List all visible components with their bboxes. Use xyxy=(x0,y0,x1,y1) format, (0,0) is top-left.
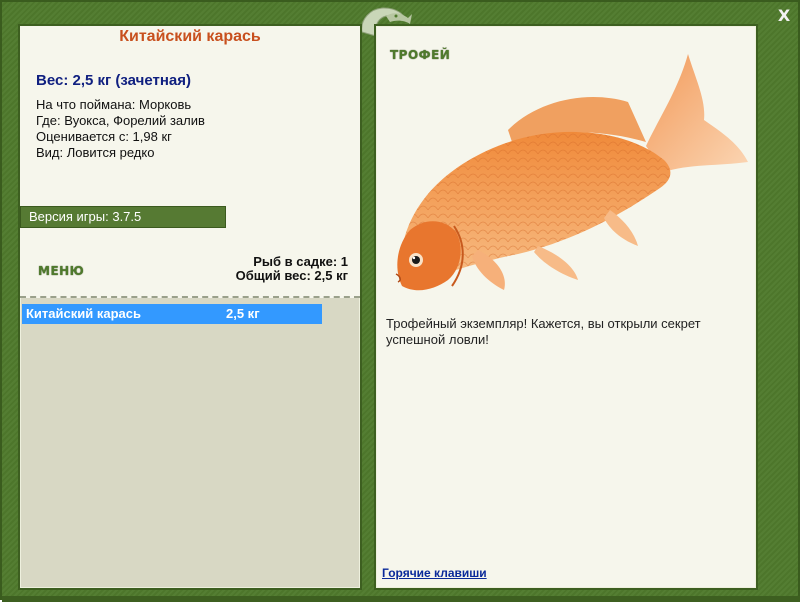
fish-weight: Вес: 2,5 кг (зачетная) xyxy=(36,72,191,89)
fish-name-title: Китайский карась xyxy=(119,28,261,45)
close-button[interactable]: X xyxy=(774,6,794,26)
location-info: Где: Вуокса, Форелий залив xyxy=(36,113,205,128)
menu-button[interactable]: МЕНЮ xyxy=(38,264,84,278)
game-window: X Китайский карась Вес: 2,5 кг (зачетная… xyxy=(0,0,800,602)
keepnet-total-weight: Общий вес: 2,5 кг xyxy=(235,268,348,283)
hotkeys-link[interactable]: Горячие клавиши xyxy=(382,566,487,580)
version-bar: Версия игры: 3.7.5 xyxy=(20,206,226,228)
catch-item-weight: 2,5 кг xyxy=(226,306,260,321)
trophy-label: ТРОФЕЙ xyxy=(390,48,451,62)
catch-item-name: Китайский карась xyxy=(26,306,141,321)
bait-info: На что поймана: Морковь xyxy=(36,97,192,112)
keepnet-count: Рыб в садке: 1 xyxy=(253,254,348,269)
goldfish-image xyxy=(395,54,748,291)
value-info: Оценивается с: 1,98 кг xyxy=(36,129,172,144)
catch-list-item[interactable]: Китайский карась 2,5 кг xyxy=(22,304,322,324)
rarity-info: Вид: Ловится редко xyxy=(36,145,155,160)
divider xyxy=(20,296,360,298)
bottom-border xyxy=(2,596,800,602)
trophy-description: Трофейный экземпляр! Кажется, вы открыли… xyxy=(386,316,701,347)
